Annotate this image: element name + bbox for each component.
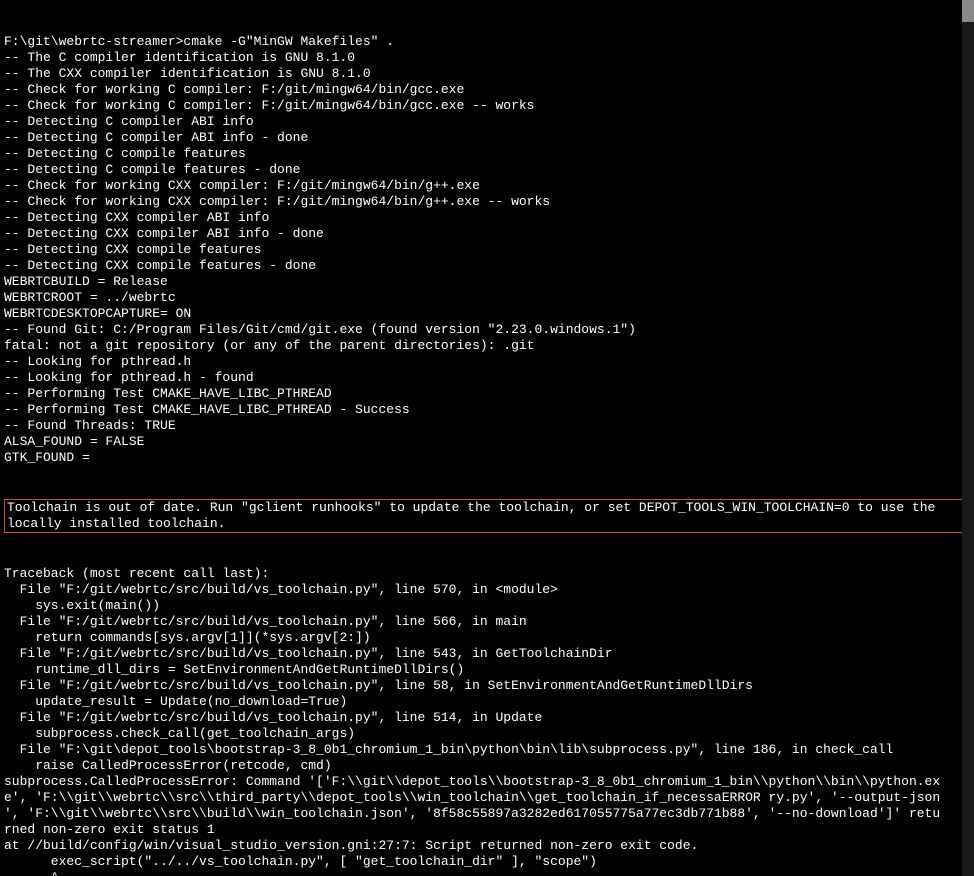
after-line: exec_script("../../vs_toolchain.py", [ "…	[4, 854, 970, 870]
lines-line: ALSA_FOUND = FALSE	[4, 434, 970, 450]
lines-line: -- Detecting C compiler ABI info - done	[4, 130, 970, 146]
lines-line: fatal: not a git repository (or any of t…	[4, 338, 970, 354]
lines-line: -- Check for working CXX compiler: F:/gi…	[4, 194, 970, 210]
lines-line: -- Check for working C compiler: F:/git/…	[4, 98, 970, 114]
lines-line: WEBRTCBUILD = Release	[4, 274, 970, 290]
lines-line: -- Performing Test CMAKE_HAVE_LIBC_PTHRE…	[4, 402, 970, 418]
after-line: subprocess.check_call(get_toolchain_args…	[4, 726, 970, 742]
lines-line: -- Detecting CXX compile features	[4, 242, 970, 258]
lines-line: -- Detecting C compiler ABI info	[4, 114, 970, 130]
lines-line: -- Found Threads: TRUE	[4, 418, 970, 434]
after-line: runtime_dll_dirs = SetEnvironmentAndGetR…	[4, 662, 970, 678]
after-line: subprocess.CalledProcessError: Command '…	[4, 774, 970, 790]
output-block-before: F:\git\webrtc-streamer>cmake -G"MinGW Ma…	[4, 34, 970, 466]
lines-line: -- Detecting CXX compiler ABI info - don…	[4, 226, 970, 242]
highlighted-error-box: Toolchain is out of date. Run "gclient r…	[4, 499, 970, 533]
after-line: File "F:/git/webrtc/src/build/vs_toolcha…	[4, 646, 970, 662]
lines-line: -- Performing Test CMAKE_HAVE_LIBC_PTHRE…	[4, 386, 970, 402]
scroll-thumb[interactable]	[962, 0, 974, 22]
lines-line: WEBRTCDESKTOPCAPTURE= ON	[4, 306, 970, 322]
after-line: File "F:/git/webrtc/src/build/vs_toolcha…	[4, 710, 970, 726]
after-line: raise CalledProcessError(retcode, cmd)	[4, 758, 970, 774]
lines-line: -- The CXX compiler identification is GN…	[4, 66, 970, 82]
after-line: return commands[sys.argv[1]](*sys.argv[2…	[4, 630, 970, 646]
after-line: ', 'F:\\git\\webrtc\\src\\build\\win_too…	[4, 806, 970, 822]
after-line: File "F:/git/webrtc/src/build/vs_toolcha…	[4, 614, 970, 630]
lines-line: -- Check for working C compiler: F:/git/…	[4, 82, 970, 98]
after-line: File "F:/git/webrtc/src/build/vs_toolcha…	[4, 582, 970, 598]
after-line: File "F:\git\depot_tools\bootstrap-3_8_0…	[4, 742, 970, 758]
lines-line: F:\git\webrtc-streamer>cmake -G"MinGW Ma…	[4, 34, 970, 50]
highlight-line: Toolchain is out of date. Run "gclient r…	[7, 500, 967, 516]
lines-line: -- Detecting CXX compiler ABI info	[4, 210, 970, 226]
lines-line: -- Detecting CXX compile features - done	[4, 258, 970, 274]
lines-line: -- Found Git: C:/Program Files/Git/cmd/g…	[4, 322, 970, 338]
after-line: File "F:/git/webrtc/src/build/vs_toolcha…	[4, 678, 970, 694]
lines-line: -- The C compiler identification is GNU …	[4, 50, 970, 66]
output-block-after: Traceback (most recent call last): File …	[4, 566, 970, 876]
lines-line: WEBRTCROOT = ../webrtc	[4, 290, 970, 306]
after-line: sys.exit(main())	[4, 598, 970, 614]
vertical-scrollbar[interactable]	[962, 0, 974, 876]
lines-line: -- Check for working CXX compiler: F:/gi…	[4, 178, 970, 194]
lines-line: -- Detecting C compile features - done	[4, 162, 970, 178]
highlight-line: locally installed toolchain.	[7, 516, 967, 532]
lines-line: -- Detecting C compile features	[4, 146, 970, 162]
terminal-output[interactable]: F:\git\webrtc-streamer>cmake -G"MinGW Ma…	[0, 0, 974, 876]
after-line: ^----------	[4, 870, 970, 876]
lines-line: -- Looking for pthread.h - found	[4, 370, 970, 386]
after-line: rned non-zero exit status 1	[4, 822, 970, 838]
lines-line: GTK_FOUND =	[4, 450, 970, 466]
after-line: Traceback (most recent call last):	[4, 566, 970, 582]
after-line: update_result = Update(no_download=True)	[4, 694, 970, 710]
after-line: at //build/config/win/visual_studio_vers…	[4, 838, 970, 854]
after-line: e', 'F:\\git\\webrtc\\src\\third_party\\…	[4, 790, 970, 806]
lines-line: -- Looking for pthread.h	[4, 354, 970, 370]
